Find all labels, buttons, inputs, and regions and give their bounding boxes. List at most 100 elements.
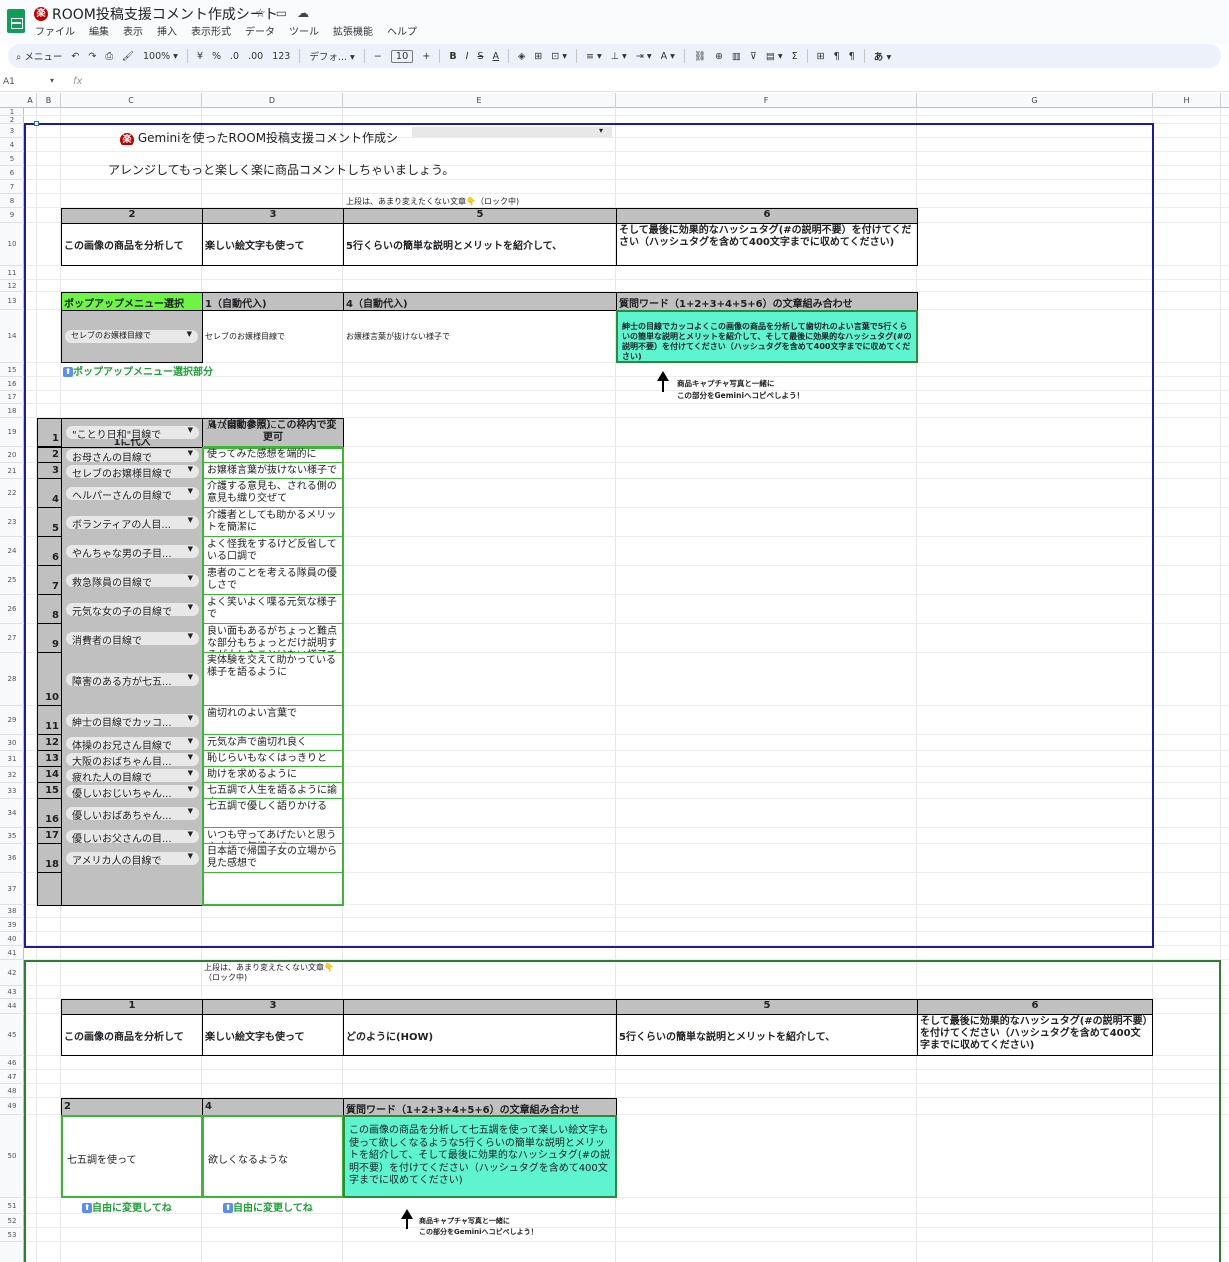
combo-output[interactable]: 紳士の目線でカッコよくこの画像の商品を分析して歯切れのよい言葉で5行くらいの簡単… <box>616 310 918 363</box>
list-item-select[interactable]: "ことり日和"目線で ▼ <box>66 426 199 441</box>
sheets-logo-icon[interactable] <box>7 9 25 33</box>
strikethrough-icon[interactable]: S <box>477 51 483 62</box>
row-header-49[interactable]: 49 <box>0 1098 24 1115</box>
freeze-icon[interactable]: ⊞ <box>817 51 825 62</box>
list-item-phrase[interactable]: 鳥が囀くように <box>204 419 342 447</box>
column-header-h[interactable]: H <box>1153 93 1221 108</box>
menu-format[interactable]: 表示形式 <box>191 23 231 38</box>
currency-button[interactable]: ¥ <box>197 51 203 62</box>
chevron-down-icon[interactable]: ▾ <box>599 126 603 135</box>
list-item-select[interactable]: 元気な女の子の目線で ▼ <box>66 603 199 618</box>
list-item-select[interactable]: セレブのお嬢様目線で ▼ <box>66 464 199 480</box>
menu-data[interactable]: データ <box>245 23 275 38</box>
column-header-a[interactable]: A <box>24 93 37 108</box>
bold-icon[interactable]: B <box>449 51 456 62</box>
bottom-text-3[interactable]: 楽しい絵文字も使って <box>202 1014 344 1056</box>
italic-icon[interactable]: I <box>466 51 469 62</box>
row-header-9[interactable]: 9 <box>0 208 24 223</box>
row-header-47[interactable]: 47 <box>0 1070 24 1084</box>
bottom-text-1[interactable]: この画像の商品を分析して <box>61 1014 203 1056</box>
row-header-48[interactable]: 48 <box>0 1084 24 1098</box>
row-header-45[interactable]: 45 <box>0 1014 24 1056</box>
row-header-29[interactable]: 29 <box>0 706 24 735</box>
row-header-12[interactable]: 12 <box>0 280 24 292</box>
row-header-38[interactable]: 38 <box>0 905 24 918</box>
list-item-select[interactable]: アメリカ人の目線で ▼ <box>66 852 199 867</box>
text-3[interactable]: 楽しい絵文字も使って <box>202 223 344 266</box>
cloud-status-icon[interactable]: ☁ <box>297 6 309 20</box>
menu-file[interactable]: ファイル <box>35 23 75 38</box>
row-header-25[interactable]: 25 <box>0 566 24 595</box>
row-header-34[interactable]: 34 <box>0 799 24 828</box>
list-item-select[interactable]: 疲れた人の目線で ▼ <box>66 768 199 784</box>
text-direction-icon[interactable]: ¶ <box>834 51 840 62</box>
filter-views-icon[interactable]: ▤ ▾ <box>766 51 783 62</box>
list-item-phrase[interactable]: 七五調で人生を語るように諭す <box>204 784 342 799</box>
row-header-22[interactable]: 22 <box>0 479 24 508</box>
row-header-36[interactable]: 36 <box>0 844 24 873</box>
row-header-32[interactable]: 32 <box>0 767 24 783</box>
row-header-31[interactable]: 31 <box>0 751 24 767</box>
row-header-16[interactable]: 16 <box>0 377 24 391</box>
menu-edit[interactable]: 編集 <box>89 23 109 38</box>
font-size-input[interactable]: 10 <box>390 49 414 63</box>
list-item-select[interactable]: やんちゃな男の子目... ▼ <box>66 545 199 560</box>
list-item-phrase[interactable]: お嬢様言葉が抜けない様子で <box>204 464 342 479</box>
row-header-13[interactable]: 13 <box>0 292 24 310</box>
list-item-phrase[interactable]: 助けを求めるように <box>204 768 342 783</box>
row-header-46[interactable]: 46 <box>0 1056 24 1070</box>
input-tools-select[interactable]: あ ▾ <box>874 49 892 63</box>
row-header-40[interactable]: 40 <box>0 932 24 946</box>
column-header-d[interactable]: D <box>202 93 343 108</box>
list-item-phrase[interactable]: いつも守ってあげたいと思うやさしい気持ちで <box>204 829 342 844</box>
font-size-decrease-icon[interactable]: − <box>374 51 382 62</box>
row-header-14[interactable]: 14 <box>0 310 24 363</box>
list-item-phrase[interactable]: よく怪我をするけど反省している口調で <box>204 538 342 566</box>
row-header-24[interactable]: 24 <box>0 537 24 566</box>
popup-menu-select[interactable]: セレブのお嬢様目線で ▼ <box>65 330 198 343</box>
undo-icon[interactable]: ↶ <box>71 51 79 62</box>
row-header-33[interactable]: 33 <box>0 783 24 799</box>
functions-icon[interactable]: Σ <box>792 51 798 62</box>
row-header-52[interactable]: 52 <box>0 1214 24 1228</box>
row-header-35[interactable]: 35 <box>0 828 24 844</box>
menu-insert[interactable]: 挿入 <box>157 23 177 38</box>
row-header-23[interactable]: 23 <box>0 508 24 537</box>
bottom-text-5[interactable]: 5行くらいの簡単な説明とメリットを紹介して、 <box>616 1014 918 1056</box>
list-item-select[interactable]: 消費者の目線で ▼ <box>66 632 199 647</box>
search-menus[interactable]: ⌕ メニュー <box>16 49 62 63</box>
list-item-select[interactable]: 優しいおばあちゃん... ▼ <box>66 807 199 822</box>
list-item-phrase[interactable]: 良い面もあるがちょっと難点な部分もちょっとだけ説明するが大したことはない様子で <box>204 625 342 653</box>
list-item-phrase[interactable]: よく笑いよく喋る元気な様子で <box>204 596 342 624</box>
list-item-phrase[interactable]: 介護者としても助かるメリットを簡潔に <box>204 509 342 537</box>
row-header-41[interactable]: 41 <box>0 946 24 960</box>
row-header-6[interactable]: 6 <box>0 166 24 180</box>
row-header-37[interactable]: 37 <box>0 873 24 905</box>
column-header-f[interactable]: F <box>616 93 917 108</box>
row-header-27[interactable]: 27 <box>0 624 24 653</box>
list-item-phrase[interactable]: 患者のことを考える隊員の優しさで <box>204 567 342 595</box>
list-item-select[interactable]: 優しいお父さんの目... ▼ <box>66 829 199 845</box>
list-item-select[interactable]: 救急隊員の目線で ▼ <box>66 574 199 589</box>
font-select[interactable]: デフォ... ▾ <box>309 49 354 63</box>
text-rotation-icon[interactable]: A ▾ <box>661 51 675 62</box>
text-color-icon[interactable]: A <box>492 51 499 62</box>
list-item-phrase[interactable]: 日本語で帰国子女の立場から見た感想で <box>204 845 342 873</box>
row-header-21[interactable]: 21 <box>0 463 24 479</box>
row-header-53[interactable]: 53 <box>0 1228 24 1242</box>
list-item-phrase[interactable]: 使ってみた感想を端的に <box>204 448 342 463</box>
insert-chart-icon[interactable]: ▥ <box>732 51 741 62</box>
move-folder-icon[interactable]: ▭ <box>276 6 287 20</box>
list-item-select[interactable]: 大阪のおばちゃん目... ▼ <box>66 752 199 768</box>
row-header-20[interactable]: 20 <box>0 447 24 463</box>
row-header-2[interactable]: 2 <box>0 116 24 124</box>
menu-tools[interactable]: ツール <box>289 23 319 38</box>
insert-comment-icon[interactable]: ⊕ <box>715 51 723 62</box>
text-5[interactable]: 5行くらいの簡単な説明とメリットを紹介して、 <box>343 223 617 266</box>
insert-link-icon[interactable]: ⛓ <box>694 51 706 62</box>
row-header-15[interactable]: 15 <box>0 363 24 377</box>
name-box-dropdown-icon[interactable]: ▾ <box>50 76 54 85</box>
percent-button[interactable]: % <box>212 51 221 62</box>
bottom-value-4[interactable]: 欲しくなるような <box>202 1115 344 1198</box>
row-header-18[interactable]: 18 <box>0 404 24 418</box>
